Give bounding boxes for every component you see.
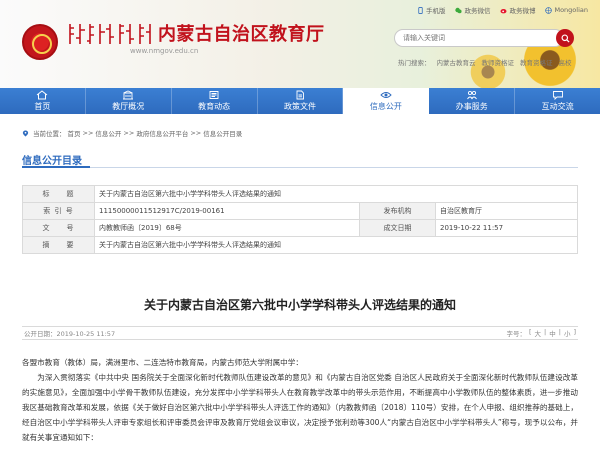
nav-item-label: 互动交流 (541, 102, 574, 111)
breadcrumb-separator: >> (190, 129, 202, 137)
breadcrumb-prefix: 当前位置： (33, 130, 66, 138)
article-title: 关于内蒙古自治区第六批中小学学科带头人评选结果的通知 (143, 298, 456, 312)
top-links: 手机版 政务微信 政务微博 Mongolian (417, 5, 588, 15)
weibo-icon (500, 8, 507, 13)
hot-search-item[interactable]: 高校 (559, 57, 572, 67)
eye-icon (380, 92, 392, 98)
bracket-open: [ (529, 328, 532, 336)
nav-item-services[interactable]: 办事服务 (429, 88, 516, 114)
meta-label: 索 引 号 (22, 202, 95, 220)
search-input[interactable] (403, 34, 543, 42)
site-url: www.nmgov.edu.cn (130, 47, 199, 55)
publish-date: 公开日期：2019-10-25 11:57 (24, 330, 116, 338)
section-divider (22, 167, 578, 168)
main-nav: 首页 教厅概况 教育动态 政策文件 信息公开 办事服务 互动交流 (0, 88, 600, 114)
mongolian-link-label: Mongolian (554, 6, 588, 14)
hot-search: 热门搜索： 内蒙古教育云 教师资格证 教育资格证 高校 (398, 57, 572, 67)
search-button[interactable] (556, 29, 574, 47)
breadcrumb-item[interactable]: 首页 (68, 128, 81, 138)
breadcrumb-separator: >> (123, 129, 135, 137)
font-size-switcher: 字号： [ 大 | 中 | 小 ] (507, 328, 577, 338)
location-icon (22, 129, 29, 137)
meta-label: 发布机构 (359, 202, 437, 220)
building-icon (123, 90, 134, 100)
table-row: 文 号 内教教师函〔2019〕68号 成文日期 2019-10-22 11:57 (22, 219, 578, 237)
nav-item-label: 办事服务 (455, 102, 488, 111)
font-size-medium[interactable]: 中 (549, 328, 556, 338)
hot-search-item[interactable]: 教育资格证 (520, 57, 553, 67)
breadcrumb-item[interactable]: 信息公开 (95, 128, 121, 138)
article-meta-bar: 公开日期：2019-10-25 11:57 字号： [ 大 | 中 | 小 ] (22, 326, 578, 340)
meta-index-value: 11150000011512917C/2019-00161 (93, 202, 361, 220)
table-row: 摘 要 关于内蒙古自治区第六批中小学学科带头人评选结果的通知 (22, 236, 578, 254)
nav-item-label: 信息公开 (369, 102, 402, 111)
nav-item-label: 政策文件 (284, 102, 316, 111)
font-size-label: 字号： (506, 330, 527, 338)
mobile-icon (418, 6, 423, 14)
breadcrumb-separator: >> (82, 129, 94, 137)
site-title[interactable]: 内蒙古自治区教育厅 (158, 20, 325, 46)
chat-icon (552, 91, 563, 100)
site-header: 内蒙古自治区教育厅 www.nmgov.edu.cn 手机版 政务微信 政务微博… (0, 0, 600, 88)
meta-label: 文 号 (22, 219, 95, 237)
weibo-link[interactable]: 政务微博 (500, 5, 535, 15)
mobile-link[interactable]: 手机版 (417, 5, 446, 15)
section-divider-accent (22, 166, 90, 168)
bracket-close: ] (573, 328, 576, 336)
font-size-divider: | (544, 328, 547, 336)
hot-search-item[interactable]: 教师资格证 (482, 57, 515, 67)
meta-label: 标 题 (22, 185, 95, 203)
home-icon (37, 90, 48, 100)
article-paragraph: 为深入贯彻落实《中共中央 国务院关于全面深化新时代教师队伍建设改革的意见》和《内… (22, 373, 578, 442)
font-size-small[interactable]: 小 (564, 328, 571, 338)
globe-icon (545, 6, 553, 14)
hot-search-label: 热门搜索： (398, 59, 431, 67)
search-icon (560, 33, 570, 43)
meta-summary-value: 关于内蒙古自治区第六批中小学学科带头人评选结果的通知 (94, 236, 578, 254)
hot-search-item[interactable]: 内蒙古教育云 (437, 57, 476, 67)
document-icon (296, 90, 304, 100)
meta-title-value: 关于内蒙古自治区第六批中小学学科带头人评选结果的通知 (94, 185, 578, 203)
people-icon (466, 90, 477, 100)
government-emblem-icon[interactable] (22, 24, 58, 60)
nav-item-interaction[interactable]: 互动交流 (515, 88, 600, 114)
meta-label: 摘 要 (22, 236, 95, 254)
document-meta-table: 标 题 关于内蒙古自治区第六批中小学学科带头人评选结果的通知 索 引 号 111… (22, 185, 578, 254)
mongolian-script-logo (69, 24, 151, 44)
nav-item-about[interactable]: 教厅概况 (86, 88, 172, 114)
nav-item-label: 教育动态 (198, 102, 231, 111)
mobile-link-label: 手机版 (425, 7, 446, 15)
table-row: 索 引 号 11150000011512917C/2019-00161 发布机构… (22, 202, 578, 220)
breadcrumb-item[interactable]: 政府信息公开平台 (136, 128, 188, 138)
table-row: 标 题 关于内蒙古自治区第六批中小学学科带头人评选结果的通知 (22, 185, 578, 203)
font-size-divider: | (558, 328, 561, 336)
weibo-link-label: 政务微博 (509, 7, 536, 15)
nav-item-info-public[interactable]: 信息公开 (343, 88, 430, 114)
wechat-link-label: 政务微信 (464, 7, 491, 15)
meta-docno-value: 内教教师函〔2019〕68号 (93, 219, 361, 237)
wechat-link[interactable]: 政务微信 (455, 5, 490, 15)
breadcrumb: 当前位置： 首页 >> 信息公开 >> 政府信息公开平台 >> 信息公开目录 (22, 128, 242, 138)
nav-item-label: 教厅概况 (112, 102, 145, 111)
section-title: 信息公开目录 (22, 156, 82, 167)
news-icon (209, 91, 219, 99)
article-body: 各盟市教育（教体）局，满洲里市、二连浩特市教育局，内蒙古师范大学附属中学： 为深… (22, 355, 578, 445)
font-size-large[interactable]: 大 (535, 328, 542, 338)
mongolian-link[interactable]: Mongolian (545, 6, 588, 14)
meta-label: 成文日期 (359, 219, 437, 237)
meta-date-value: 2019-10-22 11:57 (435, 219, 578, 237)
meta-publisher-value: 自治区教育厅 (435, 202, 578, 220)
wechat-icon (455, 7, 463, 13)
search-box (394, 29, 564, 47)
nav-item-label: 首页 (34, 102, 51, 111)
article-greeting: 各盟市教育（教体）局，满洲里市、二连浩特市教育局，内蒙古师范大学附属中学： (22, 358, 303, 367)
nav-item-policy[interactable]: 政策文件 (258, 88, 344, 114)
breadcrumb-item[interactable]: 信息公开目录 (203, 128, 242, 138)
nav-item-home[interactable]: 首页 (0, 88, 86, 114)
nav-item-news[interactable]: 教育动态 (172, 88, 258, 114)
